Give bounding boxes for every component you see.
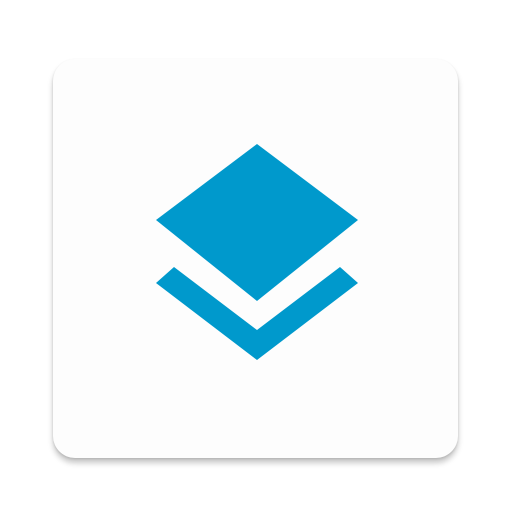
layers-icon [156,144,358,360]
app-icon-stage [0,0,512,512]
